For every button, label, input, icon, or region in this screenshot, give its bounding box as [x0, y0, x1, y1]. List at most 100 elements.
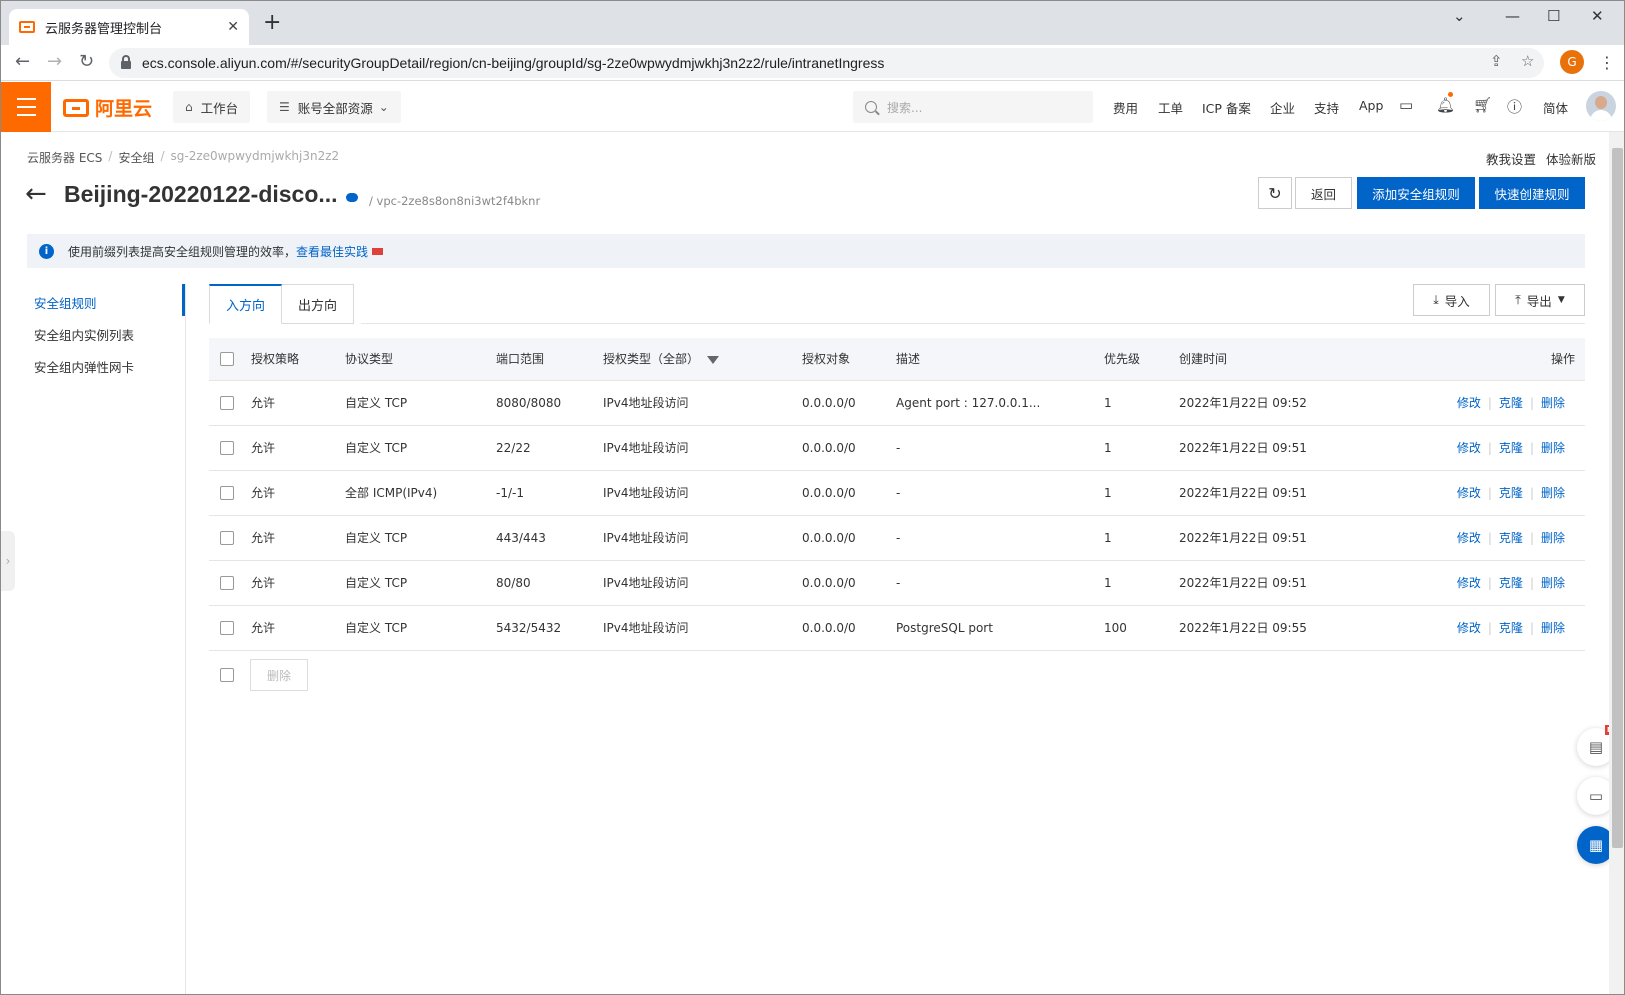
collapse-handle-icon[interactable]: › [1, 531, 15, 591]
cell-created: 2022年1月22日 09:52 [1179, 380, 1449, 426]
row-checkbox[interactable] [220, 530, 234, 545]
filter-icon[interactable] [707, 355, 720, 364]
sidenav-item-rules[interactable]: 安全组规则 [34, 293, 97, 312]
col-auth-type[interactable]: 授权类型（全部） [603, 338, 802, 381]
cart-icon[interactable]: 🛒︎ [1473, 96, 1492, 114]
clone-link[interactable]: 克隆 [1499, 441, 1523, 455]
breadcrumb-security-group[interactable]: 安全组 [118, 149, 154, 166]
cell-port: 5432/5432 [496, 605, 603, 651]
delete-link[interactable]: 删除 [1541, 486, 1565, 500]
guide-link[interactable]: 教我设置 [1486, 149, 1536, 168]
clone-link[interactable]: 克隆 [1499, 576, 1523, 590]
scrollbar-thumb[interactable] [1612, 148, 1623, 848]
profile-avatar[interactable]: G [1560, 50, 1584, 74]
page-title: Beijing-20220122-disco... [64, 181, 338, 207]
cell-policy: 允许 [251, 605, 345, 651]
header-link-tickets[interactable]: 工单 [1158, 98, 1183, 117]
help-icon[interactable]: ⓘ [1507, 96, 1522, 117]
header-link-support[interactable]: 支持 [1314, 98, 1339, 117]
try-new-version-link[interactable]: 体验新版 [1546, 149, 1596, 168]
clone-link[interactable]: 克隆 [1499, 486, 1523, 500]
delete-link[interactable]: 删除 [1541, 621, 1565, 635]
row-checkbox[interactable] [220, 440, 234, 455]
user-avatar[interactable] [1586, 91, 1616, 121]
table-header-row: 授权策略 协议类型 端口范围 授权类型（全部） 授权对象 描述 优先级 创建时间… [209, 338, 1585, 381]
row-checkbox[interactable] [220, 485, 234, 500]
cell-priority: 1 [1104, 470, 1179, 516]
hamburger-menu-icon[interactable] [1, 82, 51, 132]
cell-auth-object: 0.0.0.0/0 [802, 425, 896, 471]
cell-port: 8080/8080 [496, 380, 603, 426]
edit-link[interactable]: 修改 [1457, 486, 1481, 500]
tab-inbound[interactable]: 入方向 [209, 284, 283, 324]
row-checkbox[interactable] [220, 575, 234, 590]
share-icon[interactable]: ⇪ [1490, 52, 1503, 70]
refresh-button[interactable]: ↻ [1258, 177, 1292, 209]
cell-description: - [896, 425, 1104, 471]
cell-actions: 修改 | 克隆 | 删除 [1449, 560, 1585, 606]
close-window-icon[interactable]: ✕ [1591, 7, 1604, 25]
row-checkbox[interactable] [220, 620, 234, 635]
edit-link[interactable]: 修改 [1457, 621, 1481, 635]
sidenav-item-enis[interactable]: 安全组内弹性网卡 [34, 357, 134, 376]
delete-link[interactable]: 删除 [1541, 576, 1565, 590]
tab-search-chevron-icon[interactable]: ⌄ [1453, 7, 1466, 25]
cell-description: - [896, 470, 1104, 516]
quick-create-rule-button[interactable]: 快速创建规则 [1479, 177, 1585, 209]
clone-link[interactable]: 克隆 [1499, 531, 1523, 545]
cell-auth-object: 0.0.0.0/0 [802, 470, 896, 516]
row-checkbox[interactable] [220, 395, 234, 410]
cell-auth-type: IPv4地址段访问 [603, 515, 802, 561]
delete-link[interactable]: 删除 [1541, 441, 1565, 455]
delete-link[interactable]: 删除 [1541, 396, 1565, 410]
forward-icon[interactable]: → [47, 53, 62, 71]
clone-link[interactable]: 克隆 [1499, 621, 1523, 635]
sidenav-item-instances[interactable]: 安全组内实例列表 [34, 325, 134, 344]
import-button[interactable]: ⤓ 导入 [1413, 284, 1490, 316]
edit-link[interactable]: 修改 [1457, 396, 1481, 410]
breadcrumb-ecs[interactable]: 云服务器 ECS [27, 149, 102, 166]
close-tab-icon[interactable]: ✕ [227, 19, 239, 35]
export-button[interactable]: ⤒ 导出 ▼ [1495, 284, 1585, 316]
bookmark-star-icon[interactable]: ☆ [1521, 52, 1534, 70]
bulk-select-checkbox[interactable] [220, 668, 234, 682]
edit-link[interactable]: 修改 [1457, 576, 1481, 590]
breadcrumb: 云服务器 ECS / 安全组 / sg-2ze0wpwydmjwkhj3n2z2 [27, 149, 340, 166]
delete-link[interactable]: 删除 [1541, 531, 1565, 545]
resources-dropdown[interactable]: ☰ 账号全部资源 ⌄ [267, 91, 401, 123]
reload-icon[interactable]: ↻ [79, 53, 94, 71]
workbench-button[interactable]: ⌂ 工作台 [173, 91, 251, 123]
header-link-fees[interactable]: 费用 [1113, 98, 1138, 117]
bell-icon[interactable]: 🔔︎ [1436, 96, 1455, 114]
clone-link[interactable]: 克隆 [1499, 396, 1523, 410]
back-arrow-icon[interactable]: ← [25, 179, 47, 209]
col-actions: 操作 [1449, 338, 1585, 381]
edit-link[interactable]: 修改 [1457, 441, 1481, 455]
header-link-icp[interactable]: ICP 备案 [1202, 98, 1251, 117]
info-icon: i [39, 243, 54, 259]
bulk-delete-button[interactable]: 删除 [250, 659, 308, 691]
select-all-checkbox[interactable] [220, 352, 234, 366]
browser-tab[interactable]: 云服务器管理控制台 ✕ [9, 9, 249, 45]
cell-created: 2022年1月22日 09:51 [1179, 425, 1449, 471]
language-switch[interactable]: 简体 [1543, 98, 1568, 117]
vpc-id[interactable]: / vpc-2ze8s8on8ni3wt2f4bknr [369, 194, 540, 208]
back-icon[interactable]: ← [15, 53, 30, 71]
url-field[interactable]: ecs.console.aliyun.com/#/securityGroupDe… [109, 48, 1544, 78]
new-tab-icon[interactable]: + [263, 12, 281, 34]
browser-menu-icon[interactable]: ⋮ [1599, 53, 1615, 72]
maximize-icon[interactable]: ☐ [1547, 7, 1560, 25]
return-button[interactable]: 返回 [1295, 177, 1352, 209]
terminal-icon[interactable]: ▭ [1399, 96, 1413, 114]
minimize-icon[interactable]: — [1505, 7, 1520, 25]
header-link-enterprise[interactable]: 企业 [1270, 98, 1295, 117]
tab-outbound[interactable]: 出方向 [282, 284, 355, 324]
header-link-app[interactable]: App [1359, 98, 1383, 113]
table-row: 允许 自定义 TCP 22/22 IPv4地址段访问 0.0.0.0/0-1 2022年1… [209, 425, 1585, 471]
edit-link[interactable]: 修改 [1457, 531, 1481, 545]
cell-created: 2022年1月22日 09:55 [1179, 605, 1449, 651]
search-input[interactable]: 搜索... [853, 91, 1093, 123]
aliyun-logo[interactable]: 阿里云 [63, 94, 152, 121]
add-rule-button[interactable]: 添加安全组规则 [1357, 177, 1475, 209]
best-practice-link[interactable]: 查看最佳实践 [296, 243, 368, 260]
